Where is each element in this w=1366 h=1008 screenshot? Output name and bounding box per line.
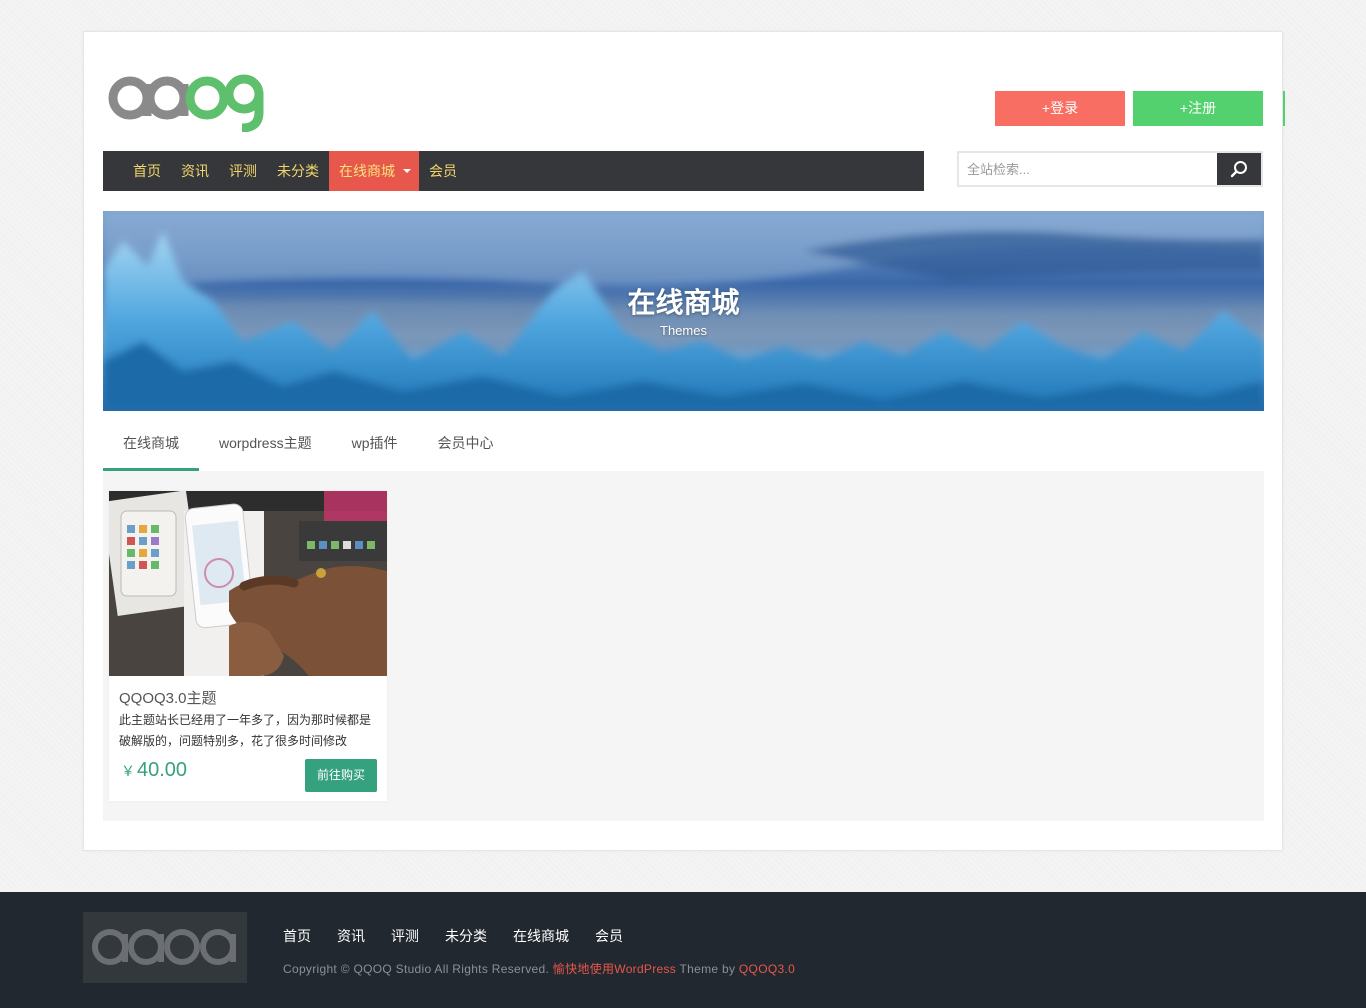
- category-tabs: 在线商城 worpdress主题 wp插件 会员中心: [103, 422, 514, 471]
- site-logo[interactable]: [108, 70, 268, 133]
- theme-by-text: Theme by: [676, 962, 739, 976]
- search-button[interactable]: [1217, 153, 1261, 185]
- footer-link-uncategorized[interactable]: 未分类: [445, 926, 487, 946]
- nav-item-home[interactable]: 首页: [123, 151, 171, 191]
- login-button[interactable]: +登录: [995, 91, 1125, 126]
- wordpress-link[interactable]: 愉快地使用WordPress: [553, 962, 676, 976]
- footer-link-reviews[interactable]: 评测: [391, 926, 419, 946]
- theme-link[interactable]: QQOQ3.0: [739, 962, 795, 976]
- tab-member-center[interactable]: 会员中心: [418, 422, 514, 471]
- nav-item-news[interactable]: 资讯: [171, 151, 219, 191]
- nav-item-shop-label: 在线商城: [339, 163, 395, 179]
- footer-link-members[interactable]: 会员: [595, 926, 623, 946]
- footer-logo[interactable]: [83, 912, 247, 983]
- product-price: ￥ 40.00: [121, 759, 187, 782]
- page-container: +登录 +注册 首页 资讯 评测 未分类 在线商城 会员 全站检索... 在线商…: [83, 31, 1285, 851]
- footer-link-shop[interactable]: 在线商城: [513, 926, 569, 946]
- product-card: QQOQ3.0主题 此主题站长已经用了一年多了，因为那时候都是破解版的，问题特别…: [109, 491, 387, 801]
- product-list: QQOQ3.0主题 此主题站长已经用了一年多了，因为那时候都是破解版的，问题特别…: [103, 471, 1264, 821]
- tab-wordpress-themes[interactable]: worpdress主题: [199, 422, 332, 471]
- caret-down-icon: [403, 169, 411, 173]
- page-banner: 在线商城 Themes: [103, 211, 1264, 411]
- copyright-text: Copyright © QQOQ Studio All Rights Reser…: [283, 962, 553, 976]
- product-image[interactable]: [109, 491, 387, 676]
- main-nav: 首页 资讯 评测 未分类 在线商城 会员: [103, 151, 924, 191]
- side-accent-bar: [1283, 91, 1285, 126]
- buy-button[interactable]: 前往购买: [305, 759, 377, 792]
- price-value: 40.00: [137, 759, 188, 781]
- register-button[interactable]: +注册: [1133, 91, 1263, 126]
- product-title[interactable]: QQOQ3.0主题: [119, 687, 217, 708]
- search-input[interactable]: [959, 153, 1217, 185]
- search-box: [957, 151, 1263, 187]
- footer-copyright: Copyright © QQOQ Studio All Rights Reser…: [283, 960, 795, 977]
- nav-item-reviews[interactable]: 评测: [219, 151, 267, 191]
- product-description: 此主题站长已经用了一年多了，因为那时候都是破解版的，问题特别多，花了很多时间修改: [119, 713, 372, 748]
- search-icon: [1230, 161, 1247, 178]
- tab-shop[interactable]: 在线商城: [103, 422, 199, 471]
- nav-item-shop[interactable]: 在线商城: [329, 151, 419, 191]
- banner-subtitle: Themes: [660, 323, 707, 338]
- site-footer: 首页 资讯 评测 未分类 在线商城 会员 Copyright © QQOQ St…: [0, 892, 1366, 1008]
- tab-wp-plugins[interactable]: wp插件: [332, 422, 418, 471]
- banner-title: 在线商城: [627, 287, 740, 318]
- nav-item-uncategorized[interactable]: 未分类: [267, 151, 329, 191]
- nav-item-members[interactable]: 会员: [419, 151, 467, 191]
- footer-link-news[interactable]: 资讯: [337, 926, 365, 946]
- footer-nav: 首页 资讯 评测 未分类 在线商城 会员: [283, 926, 649, 946]
- footer-link-home[interactable]: 首页: [283, 926, 311, 946]
- currency-symbol: ￥: [121, 763, 135, 779]
